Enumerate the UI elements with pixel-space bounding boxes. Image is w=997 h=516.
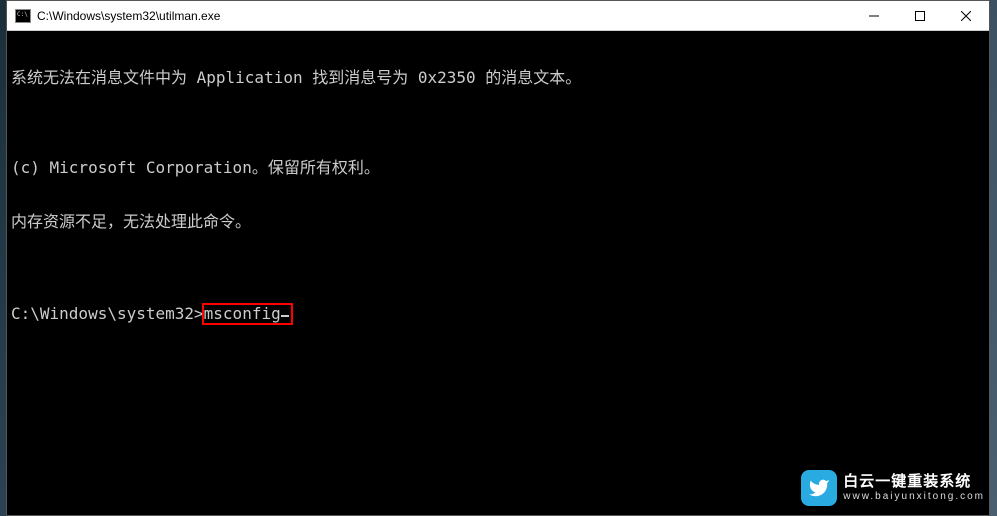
window-title: C:\Windows\system32\utilman.exe	[37, 9, 851, 23]
prompt-text: C:\Windows\system32>	[11, 305, 204, 323]
maximize-icon	[915, 11, 925, 21]
output-line: (c) Microsoft Corporation。保留所有权利。	[11, 159, 985, 177]
maximize-button[interactable]	[897, 1, 943, 30]
console-window: C:\Windows\system32\utilman.exe 系统无法在消息文…	[6, 0, 990, 516]
cursor	[281, 315, 289, 317]
window-controls	[851, 1, 989, 30]
watermark-text: 白云一键重装系统 www.baiyunxitong.com	[843, 474, 985, 502]
titlebar[interactable]: C:\Windows\system32\utilman.exe	[7, 1, 989, 31]
minimize-button[interactable]	[851, 1, 897, 30]
close-button[interactable]	[943, 1, 989, 30]
watermark: 白云一键重装系统 www.baiyunxitong.com	[801, 470, 985, 506]
output-line: 系统无法在消息文件中为 Application 找到消息号为 0x2350 的消…	[11, 69, 985, 87]
command-highlight: msconfig	[202, 303, 293, 325]
typed-command: msconfig	[204, 304, 281, 323]
minimize-icon	[869, 11, 879, 21]
watermark-title: 白云一键重装系统	[843, 474, 985, 491]
prompt-line: C:\Windows\system32>msconfig	[11, 303, 985, 325]
cmd-icon	[15, 9, 31, 23]
output-line: 内存资源不足，无法处理此命令。	[11, 213, 985, 231]
watermark-logo-icon	[801, 470, 837, 506]
terminal-output[interactable]: 系统无法在消息文件中为 Application 找到消息号为 0x2350 的消…	[7, 31, 989, 515]
close-icon	[961, 11, 971, 21]
watermark-url: www.baiyunxitong.com	[843, 491, 985, 502]
bird-icon	[808, 477, 830, 499]
